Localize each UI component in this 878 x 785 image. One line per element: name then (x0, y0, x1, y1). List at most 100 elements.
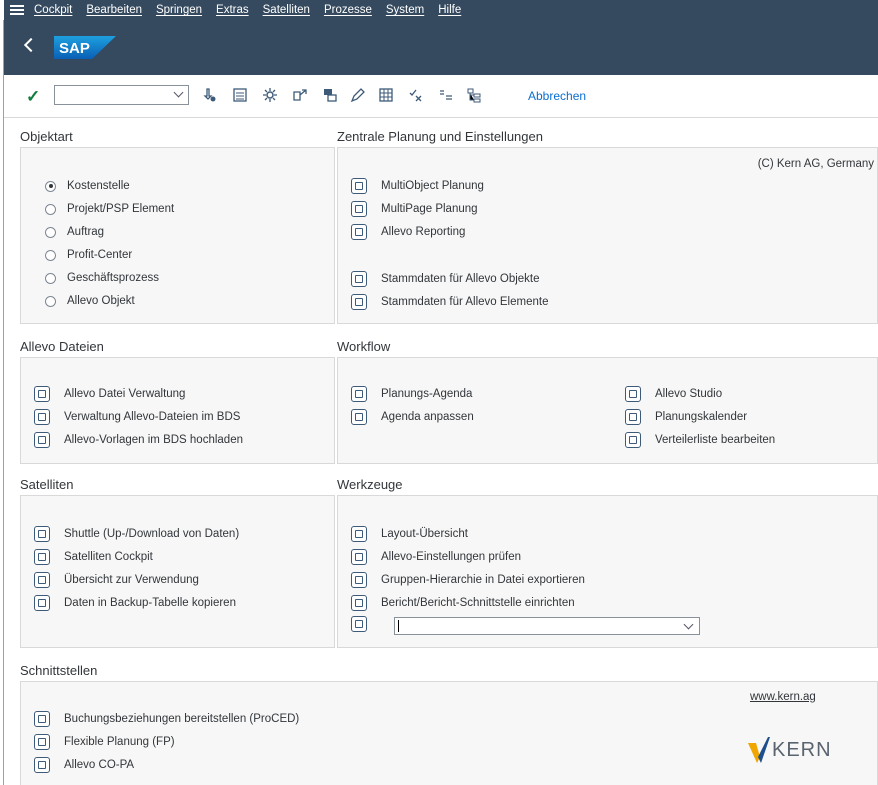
workflow-panel: Planungs-Agenda Agenda anpassen Allevo S… (337, 357, 878, 464)
radio-geschaeftsprozess[interactable]: Geschäftsprozess (45, 272, 159, 284)
item-label: Verwaltung Allevo-Dateien im BDS (64, 411, 241, 423)
radio-icon[interactable] (45, 295, 56, 307)
edit-icon[interactable] (350, 87, 366, 103)
item-label: Layout-Übersicht (381, 528, 468, 540)
radio-icon[interactable] (45, 249, 56, 261)
menu-springen[interactable]: Springen (156, 4, 202, 16)
bds-icon[interactable] (34, 409, 50, 425)
multiobject-planung-link[interactable]: MultiObject Planung (351, 178, 484, 194)
check-x-icon[interactable] (408, 87, 424, 103)
form-icon[interactable] (34, 734, 50, 750)
report-icon[interactable] (351, 224, 367, 240)
back-icon[interactable] (23, 37, 39, 53)
balance-icon[interactable] (351, 549, 367, 565)
menu-bearbeiten[interactable]: Bearbeiten (86, 4, 142, 16)
verteilerliste-link[interactable]: Verteilerliste bearbeiten (625, 432, 775, 448)
where-used-icon[interactable] (34, 572, 50, 588)
menu-system[interactable]: System (386, 4, 424, 16)
sort-icon[interactable] (438, 87, 454, 103)
gear-icon[interactable] (34, 549, 50, 565)
hierarchy-icon[interactable] (466, 87, 482, 103)
bds-verwaltung-link[interactable]: Verwaltung Allevo-Dateien im BDS (34, 409, 240, 425)
chevron-down-icon[interactable] (683, 619, 694, 630)
radio-allevo-objekt[interactable]: Allevo Objekt (45, 295, 135, 307)
elements-icon[interactable] (351, 294, 367, 310)
kern-website-link[interactable]: www.kern.ag (750, 691, 816, 703)
radio-profit-center[interactable]: Profit-Center (45, 249, 132, 261)
radio-icon[interactable] (45, 226, 56, 238)
studio-icon[interactable] (625, 386, 641, 402)
cancel-button[interactable]: Abbrechen (528, 89, 586, 103)
shuttle-link[interactable]: Shuttle (Up-/Download von Daten) (34, 526, 239, 542)
co-pa-link[interactable]: Allevo CO-PA (34, 757, 134, 773)
settings-icon[interactable] (262, 87, 278, 103)
gruppen-hierarchie-link[interactable]: Gruppen-Hierarchie in Datei exportieren (351, 572, 585, 588)
stammdaten-objekte-link[interactable]: Stammdaten für Allevo Objekte (351, 271, 540, 287)
agenda-anpassen-link[interactable]: Agenda anpassen (351, 409, 474, 425)
grid-icon[interactable] (378, 87, 394, 103)
calendar-icon[interactable] (625, 409, 641, 425)
item-label: Satelliten Cockpit (64, 551, 153, 563)
clock-icon[interactable] (351, 616, 367, 632)
upload-template-icon[interactable] (34, 432, 50, 448)
allevo-reporting-link[interactable]: Allevo Reporting (351, 224, 465, 240)
menu-cockpit[interactable]: Cockpit (34, 4, 72, 16)
vorlagen-hochladen-link[interactable]: Allevo-Vorlagen im BDS hochladen (34, 432, 243, 448)
werkzeuge-dropdown[interactable] (394, 617, 700, 635)
share-icon[interactable] (292, 87, 308, 103)
dateien-panel: Allevo Datei Verwaltung Verwaltung Allev… (20, 357, 335, 464)
werkzeuge-panel: Layout-Übersicht Allevo-Einstellungen pr… (337, 495, 878, 648)
backup-link[interactable]: Daten in Backup-Tabelle kopieren (34, 595, 236, 611)
radio-auftrag[interactable]: Auftrag (45, 226, 104, 238)
satelliten-cockpit-link[interactable]: Satelliten Cockpit (34, 549, 153, 565)
hierarchy-icon[interactable] (351, 572, 367, 588)
agenda-icon[interactable] (351, 386, 367, 402)
allevo-studio-link[interactable]: Allevo Studio (625, 386, 722, 402)
zentrale-title: Zentrale Planung und Einstellungen (337, 129, 543, 144)
enter-check-icon[interactable]: ✓ (26, 87, 40, 107)
shuttle-icon[interactable] (34, 526, 50, 542)
flexible-planung-link[interactable]: Flexible Planung (FP) (34, 734, 175, 750)
item-label: MultiObject Planung (381, 180, 484, 192)
item-label: Daten in Backup-Tabelle kopieren (64, 597, 236, 609)
command-field[interactable] (54, 85, 189, 105)
planungs-agenda-link[interactable]: Planungs-Agenda (351, 386, 472, 402)
multipage-icon[interactable] (351, 201, 367, 217)
menu-prozesse[interactable]: Prozesse (324, 4, 372, 16)
table-icon[interactable] (322, 87, 338, 103)
menu-satelliten[interactable]: Satelliten (263, 4, 310, 16)
verwendung-link[interactable]: Übersicht zur Verwendung (34, 572, 199, 588)
item-label: Bericht/Bericht-Schnittstelle einrichten (381, 597, 575, 609)
radio-kostenstelle[interactable]: Kostenstelle (45, 180, 130, 192)
radio-icon[interactable] (45, 203, 56, 215)
copy-icon[interactable] (34, 595, 50, 611)
file-manager-icon[interactable] (34, 386, 50, 402)
distribution-list-icon[interactable] (625, 432, 641, 448)
radio-icon[interactable] (45, 272, 56, 284)
master-data-icon[interactable] (351, 271, 367, 287)
people-icon[interactable] (351, 409, 367, 425)
hamburger-menu-icon[interactable] (10, 3, 24, 17)
bericht-schnittstelle-link[interactable]: Bericht/Bericht-Schnittstelle einrichten (351, 595, 575, 611)
radio-selected-icon[interactable] (45, 180, 56, 192)
download-icon[interactable] (202, 87, 218, 103)
multiobject-icon[interactable] (351, 178, 367, 194)
layout-uebersicht-link[interactable]: Layout-Übersicht (351, 526, 468, 542)
multipage-planung-link[interactable]: MultiPage Planung (351, 201, 478, 217)
menu-hilfe[interactable]: Hilfe (438, 4, 461, 16)
stammdaten-elemente-link[interactable]: Stammdaten für Allevo Elemente (351, 294, 548, 310)
ledger-icon[interactable] (34, 757, 50, 773)
booking-icon[interactable] (34, 711, 50, 727)
sap-logo: SAP (54, 36, 116, 59)
layout-icon[interactable] (351, 526, 367, 542)
planungskalender-link[interactable]: Planungskalender (625, 409, 747, 425)
proced-link[interactable]: Buchungsbeziehungen bereitstellen (ProCE… (34, 711, 299, 727)
workflow-title: Workflow (337, 339, 391, 354)
datei-verwaltung-link[interactable]: Allevo Datei Verwaltung (34, 386, 185, 402)
radio-projekt[interactable]: Projekt/PSP Element (45, 203, 174, 215)
report-interface-icon[interactable] (351, 595, 367, 611)
chevron-down-icon[interactable] (173, 87, 184, 98)
menu-extras[interactable]: Extras (216, 4, 249, 16)
list-icon[interactable] (232, 87, 248, 103)
einstellungen-pruefen-link[interactable]: Allevo-Einstellungen prüfen (351, 549, 521, 565)
